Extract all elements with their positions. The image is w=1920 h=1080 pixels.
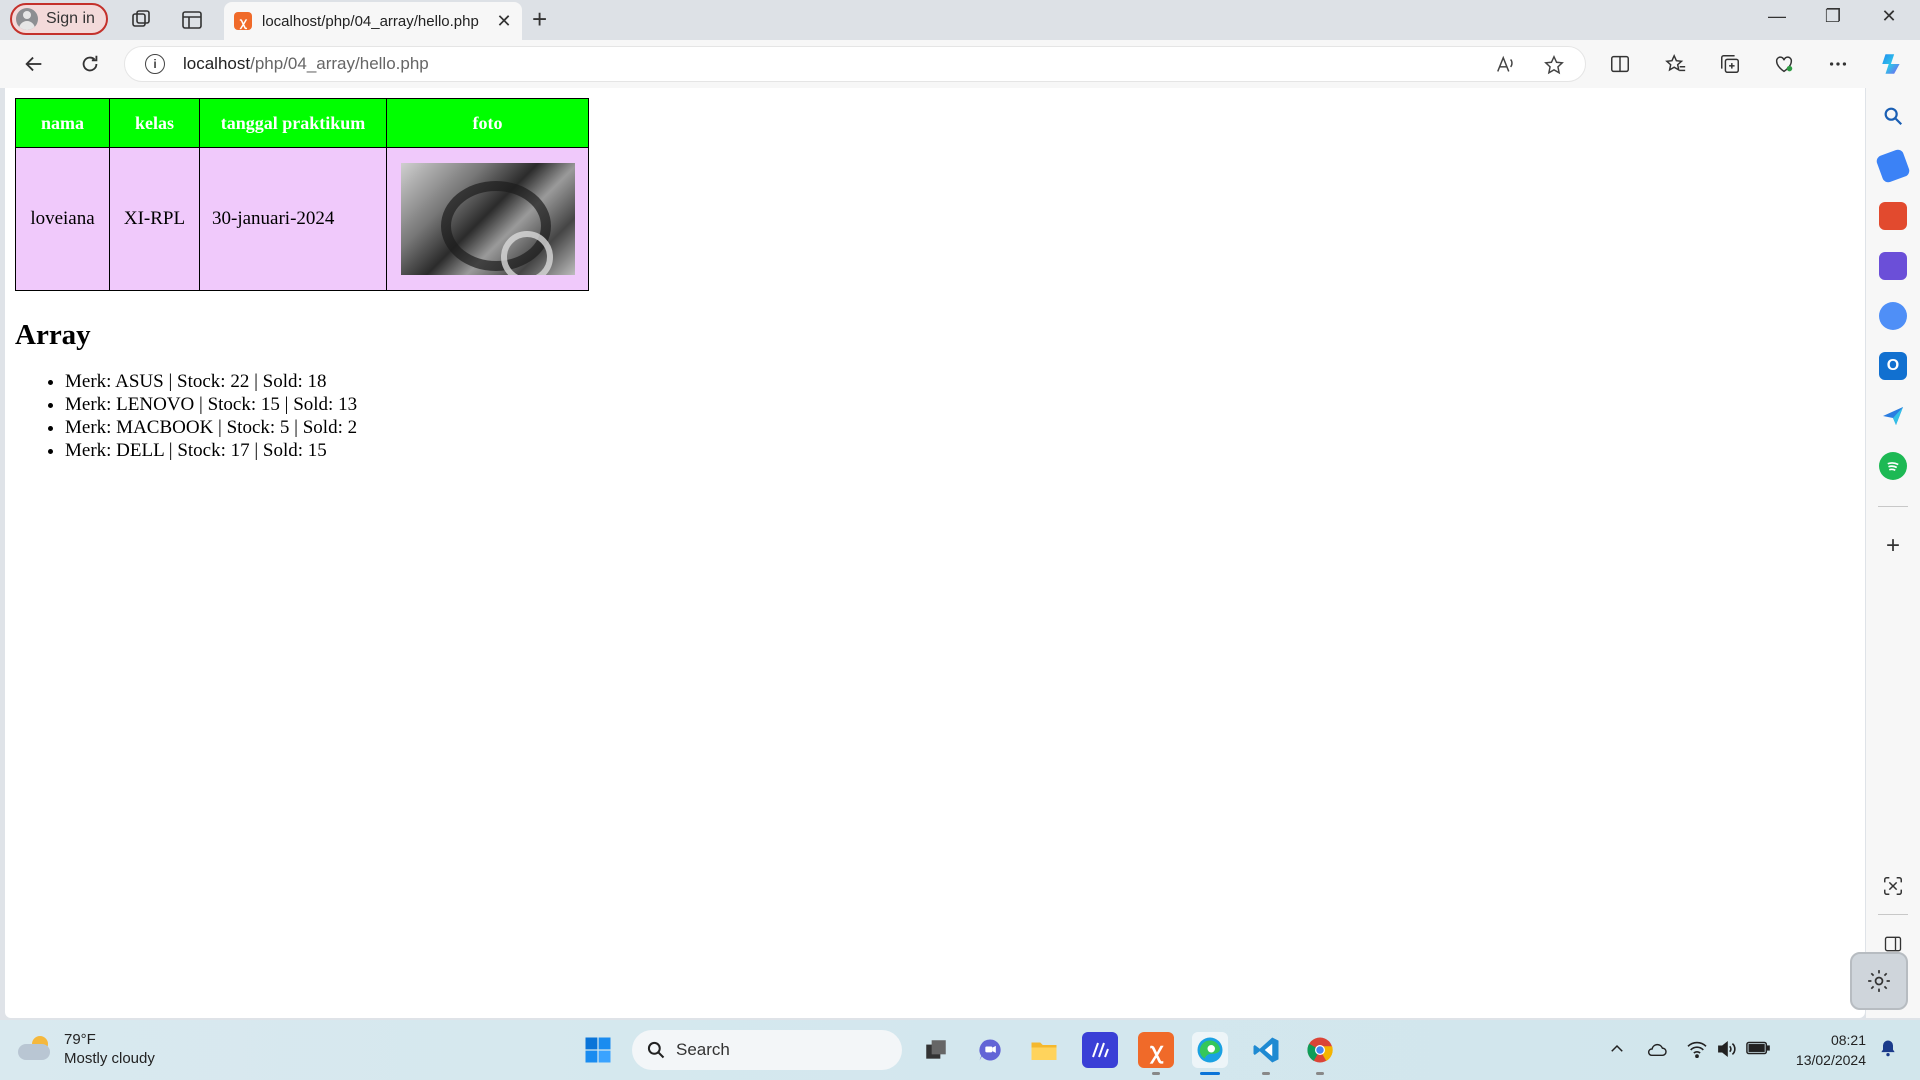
table-row: loveiana XI-RPL 30-januari-2024	[15, 147, 589, 291]
vscode-icon[interactable]	[1248, 1032, 1284, 1068]
edge-sidebar: O +	[1866, 88, 1920, 1018]
page-viewport: nama kelas tanggal praktikum foto loveia…	[5, 88, 1865, 1018]
array-heading: Array	[15, 319, 91, 351]
running-indicator	[1262, 1072, 1270, 1075]
split-screen-icon[interactable]	[1606, 50, 1634, 78]
avatar-icon	[16, 8, 38, 30]
list-item: Merk: ASUS | Stock: 22 | Sold: 18	[65, 370, 1855, 393]
sign-in-label: Sign in	[46, 10, 95, 27]
tab-title: localhost/php/04_array/hello.php	[262, 12, 479, 30]
refresh-button[interactable]	[76, 50, 104, 78]
page-content: nama kelas tanggal praktikum foto loveia…	[5, 88, 1865, 472]
favorite-star-icon[interactable]	[1543, 54, 1565, 82]
browser-titlebar: Sign in ꭓ localhost/php/04_array/hello.p…	[0, 0, 1920, 40]
xampp-icon[interactable]: ꭓ	[1138, 1032, 1174, 1068]
header-tanggal: tanggal praktikum	[199, 98, 387, 148]
code-editor-icon[interactable]	[1082, 1032, 1118, 1068]
header-kelas: kelas	[109, 98, 200, 148]
windows-taskbar: 79°F Mostly cloudy Search ꭓ 08:21 13/02/…	[0, 1020, 1920, 1080]
file-explorer-icon[interactable]	[1026, 1032, 1062, 1068]
cell-kelas: XI-RPL	[109, 147, 200, 291]
running-indicator	[1152, 1072, 1160, 1075]
teams-chat-icon[interactable]	[972, 1032, 1008, 1068]
clock-date: 13/02/2024	[1795, 1052, 1866, 1068]
tab-close-icon[interactable]: ✕	[496, 11, 512, 32]
games-chess-icon[interactable]	[1879, 252, 1907, 280]
taskbar-clock[interactable]: 08:21 13/02/2024	[1778, 1030, 1866, 1070]
sign-in-button[interactable]: Sign in	[10, 3, 108, 35]
cell-tanggal: 30-januari-2024	[199, 147, 387, 291]
list-item: Merk: LENOVO | Stock: 15 | Sold: 13	[65, 393, 1855, 416]
chrome-icon[interactable]	[1302, 1032, 1338, 1068]
xampp-icon: ꭓ	[234, 12, 252, 30]
onedrive-cloud-icon[interactable]	[1646, 1040, 1668, 1063]
outlook-icon[interactable]: O	[1879, 352, 1907, 380]
search-icon[interactable]	[1879, 102, 1907, 130]
show-hidden-icons-chevron-icon[interactable]	[1608, 1040, 1626, 1063]
url-host: localhost	[183, 54, 251, 73]
collections-icon[interactable]	[1716, 50, 1744, 78]
header-foto: foto	[386, 98, 589, 148]
read-aloud-icon[interactable]	[1495, 54, 1517, 82]
edge-browser-icon[interactable]	[1192, 1032, 1228, 1068]
more-options-icon[interactable]	[1824, 50, 1852, 78]
notification-bell-icon[interactable]	[1878, 1038, 1898, 1063]
restore-button[interactable]: ❐	[1818, 6, 1848, 27]
cell-foto	[386, 147, 589, 291]
battery-icon[interactable]	[1746, 1040, 1770, 1061]
student-photo	[400, 163, 575, 275]
new-tab-button[interactable]: +	[532, 6, 547, 32]
volume-icon[interactable]	[1716, 1040, 1738, 1063]
active-indicator	[1200, 1072, 1220, 1075]
browser-essentials-icon[interactable]	[1770, 50, 1798, 78]
add-sidebar-app-icon[interactable]: +	[1879, 532, 1907, 560]
tab-active[interactable]: ꭓ localhost/php/04_array/hello.php ✕	[224, 2, 522, 40]
copilot-icon[interactable]	[1878, 50, 1906, 78]
search-icon	[647, 1041, 665, 1059]
clock-time: 08:21	[1830, 1032, 1866, 1048]
drop-send-icon[interactable]	[1879, 402, 1907, 430]
settings-gear-icon[interactable]	[1850, 952, 1908, 1010]
workspaces-icon[interactable]	[130, 8, 154, 32]
back-button[interactable]	[20, 50, 48, 78]
sidebar-divider	[1878, 914, 1908, 915]
screenshot-icon[interactable]	[1879, 872, 1907, 900]
browser-navbar: i localhost/php/04_array/hello.php	[0, 40, 1920, 88]
task-view-icon[interactable]	[918, 1032, 954, 1068]
taskbar-search[interactable]: Search	[632, 1030, 902, 1070]
spotify-icon[interactable]	[1879, 452, 1907, 480]
list-item: Merk: DELL | Stock: 17 | Sold: 15	[65, 439, 1855, 462]
search-label: Search	[676, 1040, 730, 1059]
url-path: /php/04_array/hello.php	[250, 54, 429, 73]
address-bar[interactable]: i localhost/php/04_array/hello.php	[124, 46, 1586, 82]
windows-start-icon[interactable]	[580, 1032, 616, 1068]
weather-description: Mostly cloudy	[64, 1050, 155, 1067]
weather-temperature: 79°F	[64, 1031, 96, 1048]
minimize-button[interactable]: —	[1762, 6, 1792, 27]
shopping-tag-icon[interactable]	[1875, 148, 1911, 184]
wifi-icon[interactable]	[1686, 1040, 1708, 1063]
cell-nama: loveiana	[15, 147, 110, 291]
site-info-icon[interactable]: i	[145, 54, 165, 74]
student-table: nama kelas tanggal praktikum foto loveia…	[15, 98, 589, 291]
list-item: Merk: MACBOOK | Stock: 5 | Sold: 2	[65, 416, 1855, 439]
header-nama: nama	[15, 98, 110, 148]
close-window-button[interactable]: ✕	[1874, 6, 1904, 27]
microsoft-365-icon[interactable]	[1879, 302, 1907, 330]
running-indicator	[1316, 1072, 1324, 1075]
favorites-icon[interactable]	[1662, 50, 1690, 78]
tools-briefcase-icon[interactable]	[1879, 202, 1907, 230]
sidebar-divider	[1878, 506, 1908, 507]
tab-actions-icon[interactable]	[180, 8, 204, 32]
laptop-list: Merk: ASUS | Stock: 22 | Sold: 18 Merk: …	[15, 370, 1855, 462]
table-header-row: nama kelas tanggal praktikum foto	[15, 98, 589, 148]
weather-widget[interactable]: 79°F Mostly cloudy	[18, 1030, 155, 1068]
cloudy-weather-icon	[18, 1036, 54, 1062]
